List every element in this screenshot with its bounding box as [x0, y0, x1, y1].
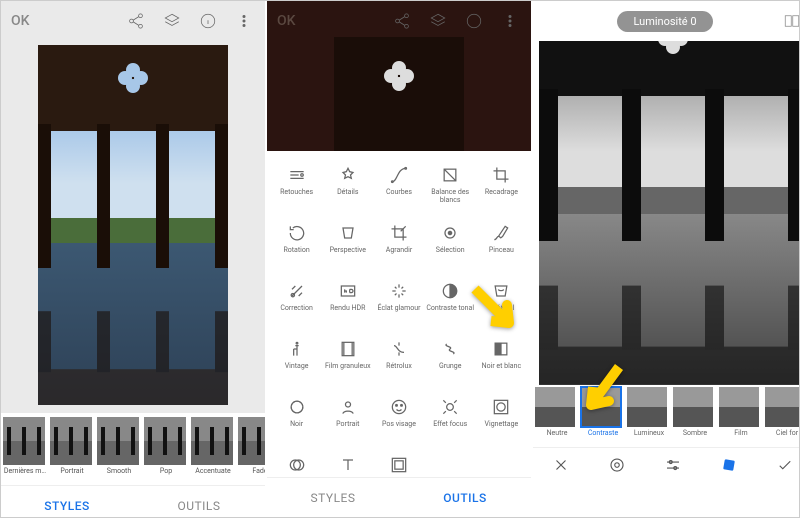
more-icon [499, 12, 521, 30]
tool-correction[interactable]: Correction [271, 281, 322, 339]
tool-noir[interactable]: Noir [271, 397, 322, 455]
check-icon[interactable] [776, 456, 794, 478]
tool-cadres[interactable]: Cadres [373, 455, 424, 477]
filter-label: Sombre [673, 429, 717, 437]
filter-label: Contraste [581, 429, 625, 437]
close-icon[interactable] [552, 456, 570, 478]
tool-pos-visage[interactable]: Pos visage [373, 397, 424, 455]
info-icon [463, 12, 485, 30]
tool-rendu-hdr[interactable]: Rendu HDR [322, 281, 373, 339]
style-item[interactable]: Portrait [50, 417, 94, 485]
tool-noir-et-blanc[interactable]: Noir et blanc [476, 339, 527, 397]
top-bar: OK [1, 1, 265, 41]
ok-button[interactable]: OK [11, 13, 30, 29]
ok-button: OK [277, 13, 296, 29]
layers-icon [427, 12, 449, 30]
filter-ciel for[interactable]: Ciel for [765, 387, 800, 447]
style-item[interactable]: Dernières m… [3, 417, 47, 485]
tool-s-lection[interactable]: Sélection [425, 223, 476, 281]
filter-sombre[interactable]: Sombre [673, 387, 717, 447]
tool-d-tails[interactable]: Détails [322, 165, 373, 223]
info-icon[interactable] [197, 12, 219, 30]
dimmed-background[interactable]: OK [267, 1, 531, 151]
tool-recadrage[interactable]: Recadrage [476, 165, 527, 223]
bottom-tabs: STYLES OUTILS [1, 485, 265, 518]
screen-main-styles: OK Dernières m… Portrait Smooth Pop Acce… [1, 1, 267, 517]
filter-label: Film [719, 429, 763, 437]
filter-thumb [765, 387, 800, 427]
tab-outils[interactable]: OUTILS [399, 478, 531, 517]
filter-label: Ciel for [765, 429, 800, 437]
style-item[interactable]: Fade [238, 417, 265, 485]
screen-bw-filter: Luminosité 0 NeutreContrasteLumineuxSomb… [533, 1, 800, 517]
tab-outils[interactable]: OUTILS [133, 486, 265, 518]
tool-balance-des-blancs[interactable]: Balance des blancs [425, 165, 476, 223]
tool-retouches[interactable]: Retouches [271, 165, 322, 223]
slider-value-chip: Luminosité 0 [617, 11, 712, 32]
bottom-tabs: STYLES OUTILS [267, 477, 531, 517]
style-item[interactable]: Pop [144, 417, 188, 485]
tool-texte[interactable]: Texte [322, 455, 373, 477]
tool-film-granuleux[interactable]: Film granuleux [322, 339, 373, 397]
compare-icon[interactable] [781, 12, 800, 30]
action-bar [533, 447, 800, 485]
annotation-arrow [467, 281, 523, 341]
more-icon[interactable] [233, 12, 255, 30]
photo-preview[interactable] [1, 41, 265, 413]
style-item[interactable]: Smooth [97, 417, 141, 485]
filter-film[interactable]: Film [719, 387, 763, 447]
tool-portrait[interactable]: Portrait [322, 397, 373, 455]
sliders-icon[interactable] [664, 456, 682, 478]
filter-lumineux[interactable]: Lumineux [627, 387, 671, 447]
tab-styles[interactable]: STYLES [1, 486, 133, 518]
filter-label: Lumineux [627, 429, 671, 437]
tool--clat-glamour[interactable]: Éclat glamour [373, 281, 424, 339]
filter-strip: NeutreContrasteLumineuxSombreFilmCiel fo… [533, 385, 800, 447]
filter-label: Neutre [535, 429, 579, 437]
filter-thumb [719, 387, 759, 427]
tool-agrandir[interactable]: Agrandir [373, 223, 424, 281]
autofix-icon[interactable] [608, 456, 626, 478]
tool-vintage[interactable]: Vintage [271, 339, 322, 397]
share-icon [391, 12, 413, 30]
tool-courbes[interactable]: Courbes [373, 165, 424, 223]
filter-thumb [673, 387, 713, 427]
photo-preview-bw[interactable] [533, 41, 800, 385]
styles-strip: Dernières m… Portrait Smooth Pop Accentu… [1, 413, 265, 485]
layers-icon[interactable] [161, 12, 183, 30]
tool-effet-focus[interactable]: Effet focus [425, 397, 476, 455]
filter-thumb [535, 387, 575, 427]
style-item[interactable]: Accentuate [191, 417, 235, 485]
tool-double-exposition[interactable]: Double exposition [271, 455, 322, 477]
card-icon[interactable] [720, 456, 738, 478]
filter-thumb [627, 387, 667, 427]
tool-rotation[interactable]: Rotation [271, 223, 322, 281]
tool-vignettage[interactable]: Vignettage [476, 397, 527, 455]
share-icon[interactable] [125, 12, 147, 30]
annotation-arrow [579, 361, 629, 421]
tool-perspective[interactable]: Perspective [322, 223, 373, 281]
tool-pinceau[interactable]: Pinceau [476, 223, 527, 281]
filter-neutre[interactable]: Neutre [535, 387, 579, 447]
tool-grunge[interactable]: Grunge [425, 339, 476, 397]
tab-styles[interactable]: STYLES [267, 478, 399, 517]
tool-r-trolux[interactable]: Rétrolux [373, 339, 424, 397]
screen-tools-sheet: OK RetouchesDétailsCourbesBalance des bl… [267, 1, 533, 517]
